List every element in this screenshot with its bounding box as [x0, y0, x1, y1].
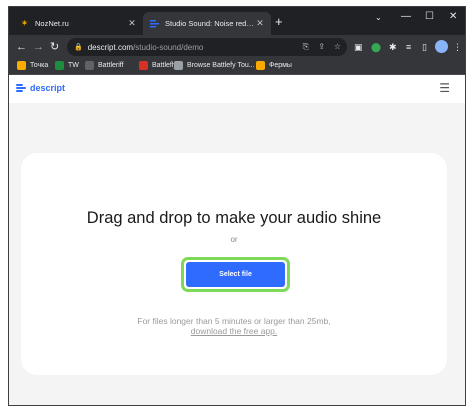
tab-title: NozNet.ru — [35, 19, 69, 28]
logo-text: descript — [30, 83, 66, 93]
share-icon[interactable]: ⇪ — [318, 42, 325, 51]
tab-strip: ✶ NozNet.ru ✕ Studio Sound: Noise reduct… — [9, 7, 465, 35]
star-logo-icon: ✶ — [20, 18, 29, 28]
tab-title: Studio Sound: Noise reduction a — [165, 19, 255, 28]
vpn-extension-icon[interactable]: ⬤ — [371, 41, 381, 53]
folder-icon — [17, 61, 26, 70]
browser-window: ✶ NozNet.ru ✕ Studio Sound: Noise reduct… — [8, 6, 466, 406]
folder-icon — [256, 61, 265, 70]
upload-card[interactable]: Drag and drop to make your audio shine o… — [21, 153, 447, 375]
reload-button[interactable]: ↻ — [50, 40, 59, 54]
bookmark-item[interactable]: TW — [55, 61, 79, 70]
star-icon[interactable]: ☆ — [334, 42, 341, 51]
address-bar[interactable]: 🔒 descript.com/studio-sound/demo ⎘ ⇪ ☆ — [67, 38, 347, 56]
bookmark-favicon-icon — [174, 61, 183, 70]
tab-search-icon[interactable]: ⌄ — [375, 13, 382, 22]
close-tab-icon[interactable]: ✕ — [127, 18, 137, 29]
select-file-button[interactable]: Select file — [186, 262, 285, 287]
tab-noznet[interactable]: ✶ NozNet.ru ✕ — [13, 12, 143, 35]
bookmark-label: TW — [68, 62, 79, 69]
bookmark-item[interactable]: Фермы — [256, 61, 292, 70]
bookmark-item[interactable]: Battlefly — [139, 61, 177, 70]
bookmark-favicon-icon — [139, 61, 148, 70]
browser-menu-icon[interactable]: ⋮ — [453, 41, 462, 53]
url-domain: descript.com — [87, 42, 134, 52]
url-path: /studio-sound/demo — [133, 42, 204, 52]
descript-logo-icon — [149, 18, 160, 29]
drop-heading: Drag and drop to make your audio shine — [86, 209, 382, 227]
url-text: descript.com/studio-sound/demo — [88, 43, 204, 52]
puzzle-icon[interactable]: ✱ — [389, 41, 397, 53]
forward-button[interactable]: → — [33, 40, 44, 54]
tab-studio-sound[interactable]: Studio Sound: Noise reduction a ✕ — [143, 12, 271, 35]
download-app-link[interactable]: download the free app. — [191, 326, 277, 336]
bookmark-item[interactable]: Battleriff — [85, 61, 124, 70]
minimize-button[interactable]: — — [401, 11, 411, 22]
bookmark-favicon-icon — [55, 61, 64, 70]
page-content: descript ☰ Drag and drop to make your au… — [9, 75, 465, 405]
new-tab-button[interactable]: + — [275, 15, 283, 29]
translate-icon[interactable]: ⎘ — [303, 42, 309, 52]
back-button[interactable]: ← — [16, 40, 27, 54]
lock-icon[interactable]: 🔒 — [74, 43, 83, 51]
close-window-button[interactable]: ✕ — [449, 11, 457, 22]
extension-icon[interactable]: ▣ — [354, 41, 363, 53]
file-limit-text: For files longer than 5 minutes or large… — [137, 316, 331, 326]
file-limit-info: For files longer than 5 minutes or large… — [21, 316, 447, 336]
bookmark-item[interactable]: Browse Battlefy Tou... — [174, 61, 255, 70]
side-panel-icon[interactable]: ▯ — [422, 41, 427, 53]
select-file-highlight: Select file — [181, 257, 290, 292]
browser-toolbar: ← → ↻ 🔒 descript.com/studio-sound/demo ⎘… — [9, 35, 465, 59]
bookmark-label: Battleriff — [98, 62, 124, 69]
bookmark-label: Точка — [30, 62, 49, 69]
reading-list-icon[interactable]: ≡ — [406, 41, 411, 53]
bookmarks-bar: Точка TW Battleriff Battlefly Browse Bat… — [9, 59, 465, 75]
profile-avatar[interactable] — [435, 40, 448, 53]
bookmark-item[interactable]: Точка — [17, 61, 48, 70]
bookmark-favicon-icon — [85, 61, 94, 70]
bookmark-label: Browse Battlefy Tou... — [187, 62, 255, 69]
close-tab-icon[interactable]: ✕ — [255, 18, 265, 29]
or-separator: or — [230, 235, 238, 244]
hamburger-menu-icon[interactable]: ☰ — [439, 82, 450, 94]
descript-logo[interactable]: descript — [16, 83, 65, 93]
bookmark-label: Фермы — [269, 62, 292, 69]
descript-logo-icon — [16, 83, 26, 93]
site-header: descript ☰ — [9, 75, 465, 103]
maximize-button[interactable]: ☐ — [425, 11, 434, 22]
